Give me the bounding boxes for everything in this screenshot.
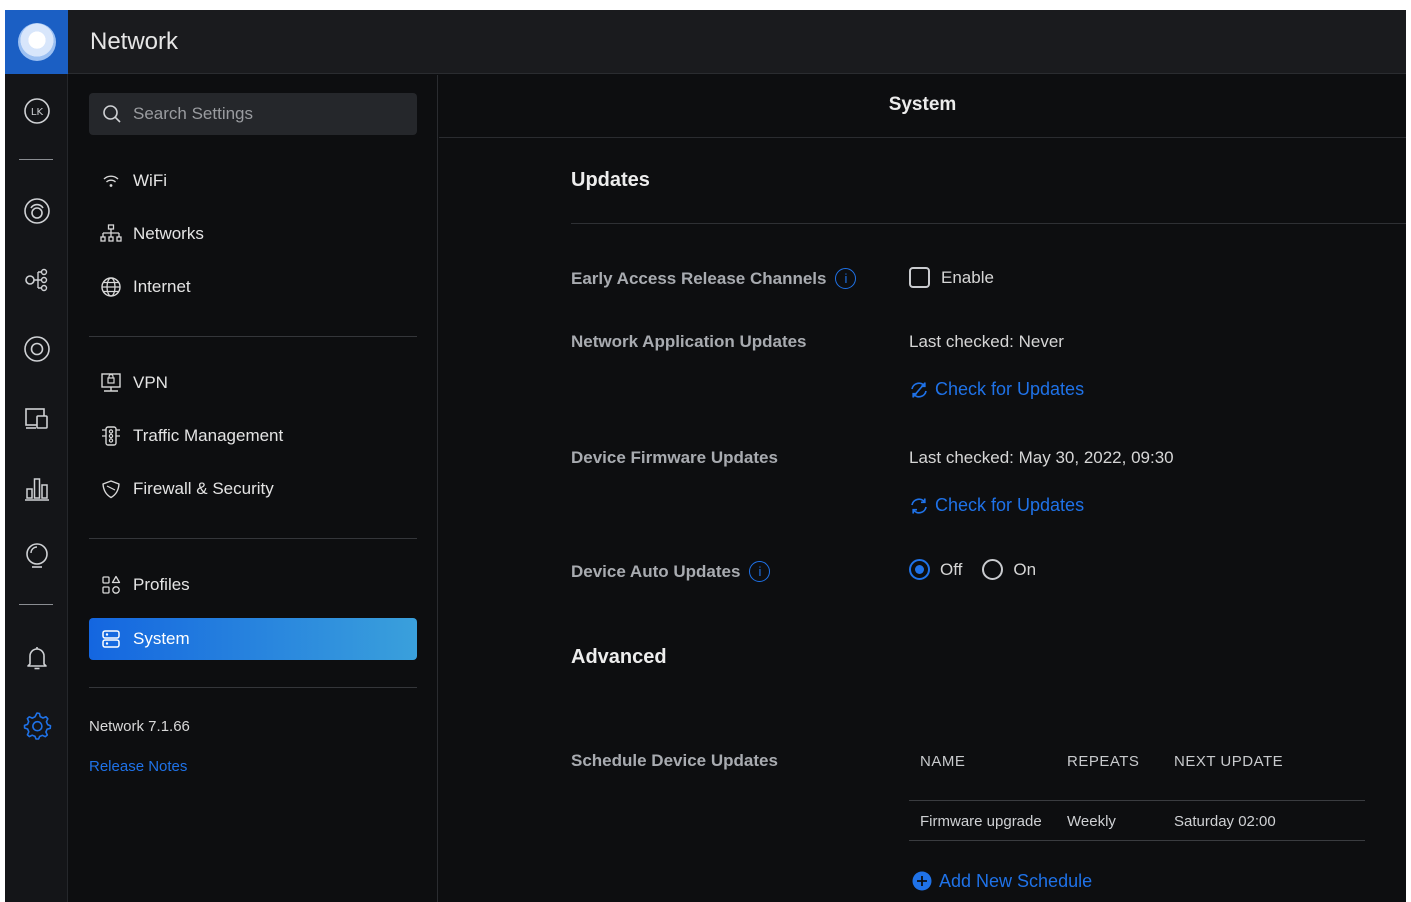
user-avatar-icon[interactable]: LK xyxy=(5,91,68,131)
clients-icon[interactable] xyxy=(5,398,68,438)
cell-repeats: Weekly xyxy=(1067,813,1116,830)
radio-off-label: Off xyxy=(940,559,963,579)
auto-updates-label-text: Device Auto Updates xyxy=(571,561,741,581)
insights-icon[interactable] xyxy=(5,536,68,576)
nav-divider xyxy=(89,687,417,688)
nav-item-label: Firewall & Security xyxy=(133,479,274,498)
notifications-icon[interactable] xyxy=(5,638,68,678)
search-input[interactable] xyxy=(133,93,403,135)
add-circle-icon xyxy=(912,871,932,891)
column-header-name: NAME xyxy=(920,753,966,770)
globe-icon xyxy=(99,275,123,299)
cell-next-update: Saturday 02:00 xyxy=(1174,813,1276,830)
firmware-check-updates-button[interactable]: Check for Updates xyxy=(909,495,1084,516)
settings-icon[interactable] xyxy=(5,705,68,745)
app-updates-label: Network Application Updates xyxy=(571,332,807,351)
nav-item-vpn[interactable]: VPN xyxy=(89,362,417,404)
table-row[interactable]: Firmware upgrade Weekly Saturday 02:00 xyxy=(909,800,1365,841)
section-divider xyxy=(571,223,1406,224)
nav-item-label: System xyxy=(133,629,190,648)
profiles-icon xyxy=(99,573,123,597)
nav-item-label: Traffic Management xyxy=(133,426,284,445)
release-notes-link[interactable]: Release Notes xyxy=(89,758,187,775)
refresh-off-icon xyxy=(911,381,927,398)
topology-icon[interactable] xyxy=(5,260,68,300)
app-check-updates-button[interactable]: Check for Updates xyxy=(909,379,1084,400)
left-rail: LK xyxy=(5,10,68,902)
version-label: Network 7.1.66 xyxy=(89,718,190,735)
radio-on[interactable] xyxy=(982,559,1004,580)
svg-text:LK: LK xyxy=(30,107,43,118)
wifi-icon xyxy=(99,169,123,193)
dashboard-icon[interactable] xyxy=(5,191,68,231)
schedule-label: Schedule Device Updates xyxy=(571,751,778,770)
search-icon xyxy=(103,105,121,123)
rail-divider xyxy=(19,604,53,605)
nav-item-label: VPN xyxy=(133,373,168,392)
search-box[interactable] xyxy=(89,93,417,135)
app-window: LK Network Search Settings WiFi Networks… xyxy=(5,10,1406,902)
cell-name: Firmware upgrade xyxy=(920,813,1042,830)
traffic-icon xyxy=(99,424,123,448)
settings-nav: WiFi Networks Internet VPN Traffic Manag… xyxy=(68,75,438,902)
info-icon[interactable]: i xyxy=(835,268,857,289)
nav-item-profiles[interactable]: Profiles xyxy=(89,564,417,606)
nav-item-label: Internet xyxy=(133,277,191,296)
rail-divider xyxy=(19,159,53,160)
app-title: Network xyxy=(90,28,179,55)
add-new-schedule-button[interactable]: Add New Schedule xyxy=(911,870,1092,892)
checkbox-label: Enable xyxy=(941,267,994,287)
nav-item-system[interactable]: System xyxy=(89,618,417,660)
column-header-next-update: NEXT UPDATE xyxy=(1174,753,1284,770)
networks-icon xyxy=(99,222,123,246)
system-icon xyxy=(99,627,123,651)
vpn-icon xyxy=(99,371,123,395)
check-updates-label: Check for Updates xyxy=(935,379,1085,399)
statistics-icon[interactable] xyxy=(5,468,68,508)
checkbox-box[interactable] xyxy=(909,267,930,288)
nav-divider xyxy=(89,538,417,539)
column-header-repeats: REPEATS xyxy=(1067,753,1140,770)
app-updates-status: Last checked: Never xyxy=(909,332,1064,351)
advanced-heading: Advanced xyxy=(571,646,667,668)
nav-item-label: Profiles xyxy=(133,575,190,594)
enable-checkbox[interactable]: Enable xyxy=(909,267,994,288)
page-title: System xyxy=(439,75,1406,138)
main-panel: System Updates Early Access Release Chan… xyxy=(439,75,1406,902)
nav-item-traffic-management[interactable]: Traffic Management xyxy=(89,415,417,457)
early-access-label: Early Access Release Channels i xyxy=(571,268,857,289)
nav-item-internet[interactable]: Internet xyxy=(89,266,417,308)
info-icon[interactable]: i xyxy=(749,561,771,582)
auto-updates-radio-group: Off On xyxy=(909,559,1056,580)
nav-item-label: WiFi xyxy=(133,171,167,190)
nav-item-networks[interactable]: Networks xyxy=(89,213,417,255)
logo-icon xyxy=(17,23,56,61)
updates-heading: Updates xyxy=(571,169,650,191)
add-schedule-label: Add New Schedule xyxy=(939,870,1093,891)
radio-off[interactable] xyxy=(909,559,930,580)
shield-icon xyxy=(99,477,123,501)
unifi-logo[interactable] xyxy=(5,10,68,74)
check-updates-label: Check for Updates xyxy=(935,495,1085,515)
firmware-updates-label: Device Firmware Updates xyxy=(571,448,778,467)
devices-icon[interactable] xyxy=(5,329,68,369)
top-bar: Network xyxy=(68,10,1406,74)
nav-item-firewall-security[interactable]: Firewall & Security xyxy=(89,468,417,510)
auto-updates-label: Device Auto Updates i xyxy=(571,561,771,582)
nav-item-label: Networks xyxy=(133,224,204,243)
nav-item-wifi[interactable]: WiFi xyxy=(89,160,417,202)
nav-divider xyxy=(89,336,417,337)
radio-on-label: On xyxy=(1013,559,1037,579)
refresh-icon xyxy=(911,497,927,514)
early-access-label-text: Early Access Release Channels xyxy=(571,268,827,288)
firmware-updates-status: Last checked: May 30, 2022, 09:30 xyxy=(909,448,1174,467)
